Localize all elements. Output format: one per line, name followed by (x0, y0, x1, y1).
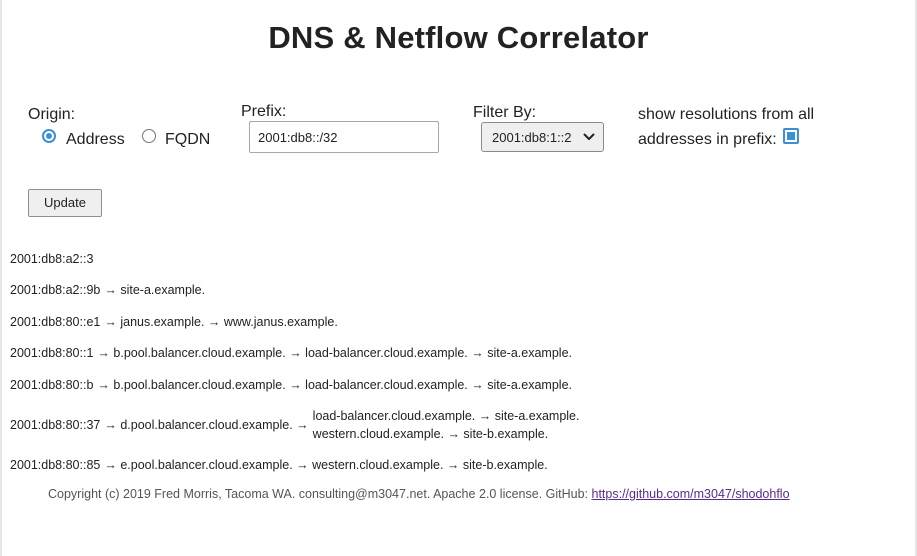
filter-label: Filter By: (473, 104, 537, 121)
result-row: 2001:db8:80::85 → e.pool.balancer.cloud.… (10, 457, 579, 473)
result-address: 2001:db8:a2::3 (10, 252, 94, 266)
footer: Copyright (c) 2019 Fred Morris, Tacoma W… (48, 487, 790, 501)
origin-address-radio[interactable] (42, 129, 56, 143)
show-all-checkbox[interactable] (783, 128, 799, 144)
origin-fqdn-radio[interactable] (142, 129, 156, 143)
chevron-down-icon (583, 133, 595, 140)
result-branch: load-balancer.cloud.example. → site-a.ex… (312, 409, 580, 423)
result-row: 2001:db8:80::1 → b.pool.balancer.cloud.e… (10, 345, 579, 361)
result-row: 2001:db8:80::b → b.pool.balancer.cloud.e… (10, 377, 579, 393)
update-button[interactable]: Update (28, 189, 102, 217)
result-chain: → site-a.example. (104, 283, 206, 297)
result-row: 2001:db8:a2::9b → site-a.example. (10, 282, 579, 298)
result-address: 2001:db8:80::1 (10, 346, 94, 360)
github-link[interactable]: https://github.com/m3047/shodohflo (592, 487, 790, 501)
origin-address-label[interactable]: Address (66, 131, 125, 149)
result-address: 2001:db8:80::e1 (10, 315, 101, 329)
result-row: 2001:db8:80::e1 → janus.example. → www.j… (10, 314, 579, 330)
result-address: 2001:db8:80::85 (10, 458, 101, 472)
result-address: 2001:db8:80::b (10, 378, 94, 392)
result-chain: → b.pool.balancer.cloud.example. → load-… (97, 378, 572, 392)
footer-text: Copyright (c) 2019 Fred Morris, Tacoma W… (48, 487, 592, 501)
result-branches: load-balancer.cloud.example. → site-a.ex… (313, 407, 580, 443)
result-chain: → janus.example. → www.janus.example. (104, 315, 338, 329)
result-row: 2001:db8:a2::3 (10, 251, 579, 267)
results-list: 2001:db8:a2::3 2001:db8:a2::9b → site-a.… (10, 251, 579, 473)
result-chain: → d.pool.balancer.cloud.example. → (104, 418, 309, 432)
prefix-input[interactable] (249, 121, 439, 153)
show-all-label-line1: show resolutions from all (638, 106, 815, 123)
filter-selected-value: 2001:db8:1::2 (492, 130, 572, 145)
window-border-left (0, 0, 2, 556)
result-row: 2001:db8:80::37 → d.pool.balancer.cloud.… (10, 407, 579, 443)
show-all-label-line2: addresses in prefix: (638, 131, 777, 148)
filter-select[interactable]: 2001:db8:1::2 (481, 122, 604, 152)
origin-label: Origin: (28, 106, 76, 123)
page-title: DNS & Netflow Correlator (268, 20, 649, 55)
result-chain: → e.pool.balancer.cloud.example. → weste… (104, 458, 548, 472)
prefix-label: Prefix: (241, 103, 287, 120)
result-address: 2001:db8:80::37 (10, 418, 101, 432)
origin-fqdn-label[interactable]: FQDN (165, 131, 210, 149)
result-branch: western.cloud.example. → site-b.example. (312, 427, 549, 441)
result-address: 2001:db8:a2::9b (10, 283, 101, 297)
result-chain: → b.pool.balancer.cloud.example. → load-… (97, 346, 572, 360)
